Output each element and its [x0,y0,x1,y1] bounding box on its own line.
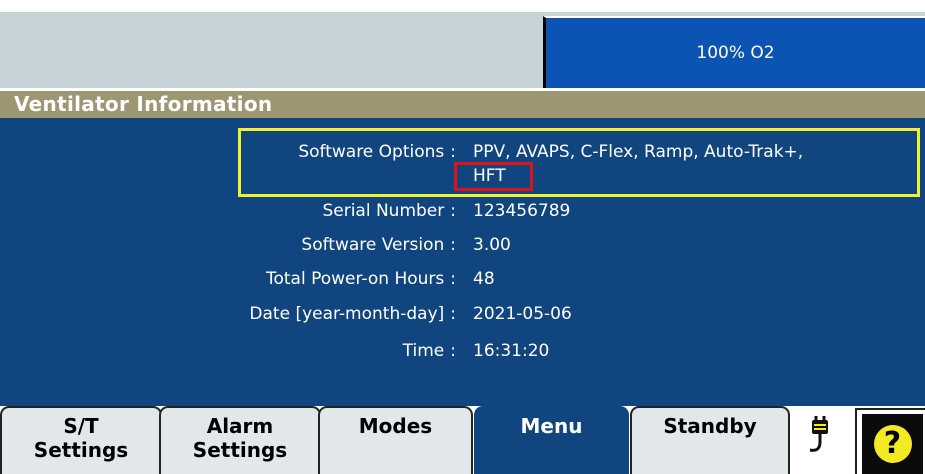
info-value: 2021-05-06 [473,304,572,324]
info-value-hft: HFT [473,166,506,186]
info-value: 123456789 [473,201,571,221]
tab-modes[interactable]: Modes [318,406,473,474]
info-value: PPV, AVAPS, C-Flex, Ramp, Auto-Trak+, [473,142,804,162]
info-row-software-version: Software Version: 3.00 [0,233,925,257]
tab-label-line1: Modes [358,414,433,438]
info-separator: : [450,201,456,221]
oxygen-setting-button[interactable]: 100% O2 [543,16,925,88]
info-label: Total Power-on Hours [266,269,445,289]
page-title: Ventilator Information [0,91,925,118]
info-label: Software Version [301,235,445,255]
info-separator: : [450,304,456,324]
info-row-software-options-cont: HFT [0,164,925,188]
ac-power-plug-icon [809,416,828,452]
info-label: Software Options [298,142,445,162]
tab-alarm-settings[interactable]: Alarm Settings [159,406,321,474]
tab-st-settings[interactable]: S/T Settings [0,406,162,474]
help-icon: ? [873,425,912,463]
tab-menu[interactable]: Menu [474,406,629,474]
info-row-date: Date [year-month-day]: 2021-05-06 [0,302,925,326]
oxygen-setting-label: 100% O2 [696,43,775,63]
info-row-power-on-hours: Total Power-on Hours: 48 [0,267,925,291]
tab-label-line2: Settings [33,438,129,462]
help-button[interactable]: ? [855,408,925,474]
info-row-serial-number: Serial Number: 123456789 [0,199,925,223]
tab-label-line2: Settings [192,438,288,462]
tab-label-line1: Alarm [206,414,274,438]
ventilator-info-panel: Software Options: PPV, AVAPS, C-Flex, Ra… [0,118,925,406]
info-label: Serial Number [322,201,445,221]
info-value: 3.00 [473,235,511,255]
info-separator: : [450,235,456,255]
info-row-software-options: Software Options: PPV, AVAPS, C-Flex, Ra… [0,140,925,164]
info-separator: : [450,341,456,361]
info-label: Time [402,341,445,361]
tab-label-line1: Menu [520,414,583,438]
tab-label-line1: S/T [63,414,99,438]
info-row-time: Time: 16:31:20 [0,339,925,363]
info-separator: : [450,142,456,162]
info-separator: : [450,269,456,289]
ventilator-screen: 100% O2 Ventilator Information Software … [0,0,925,474]
info-label: Date [year-month-day] [249,304,445,324]
info-value: 16:31:20 [473,341,550,361]
info-value: 48 [473,269,495,289]
tab-bar: S/T Settings Alarm Settings Modes Menu S… [0,406,925,474]
tab-label-line1: Standby [663,414,757,438]
tab-standby[interactable]: Standby [630,406,790,474]
